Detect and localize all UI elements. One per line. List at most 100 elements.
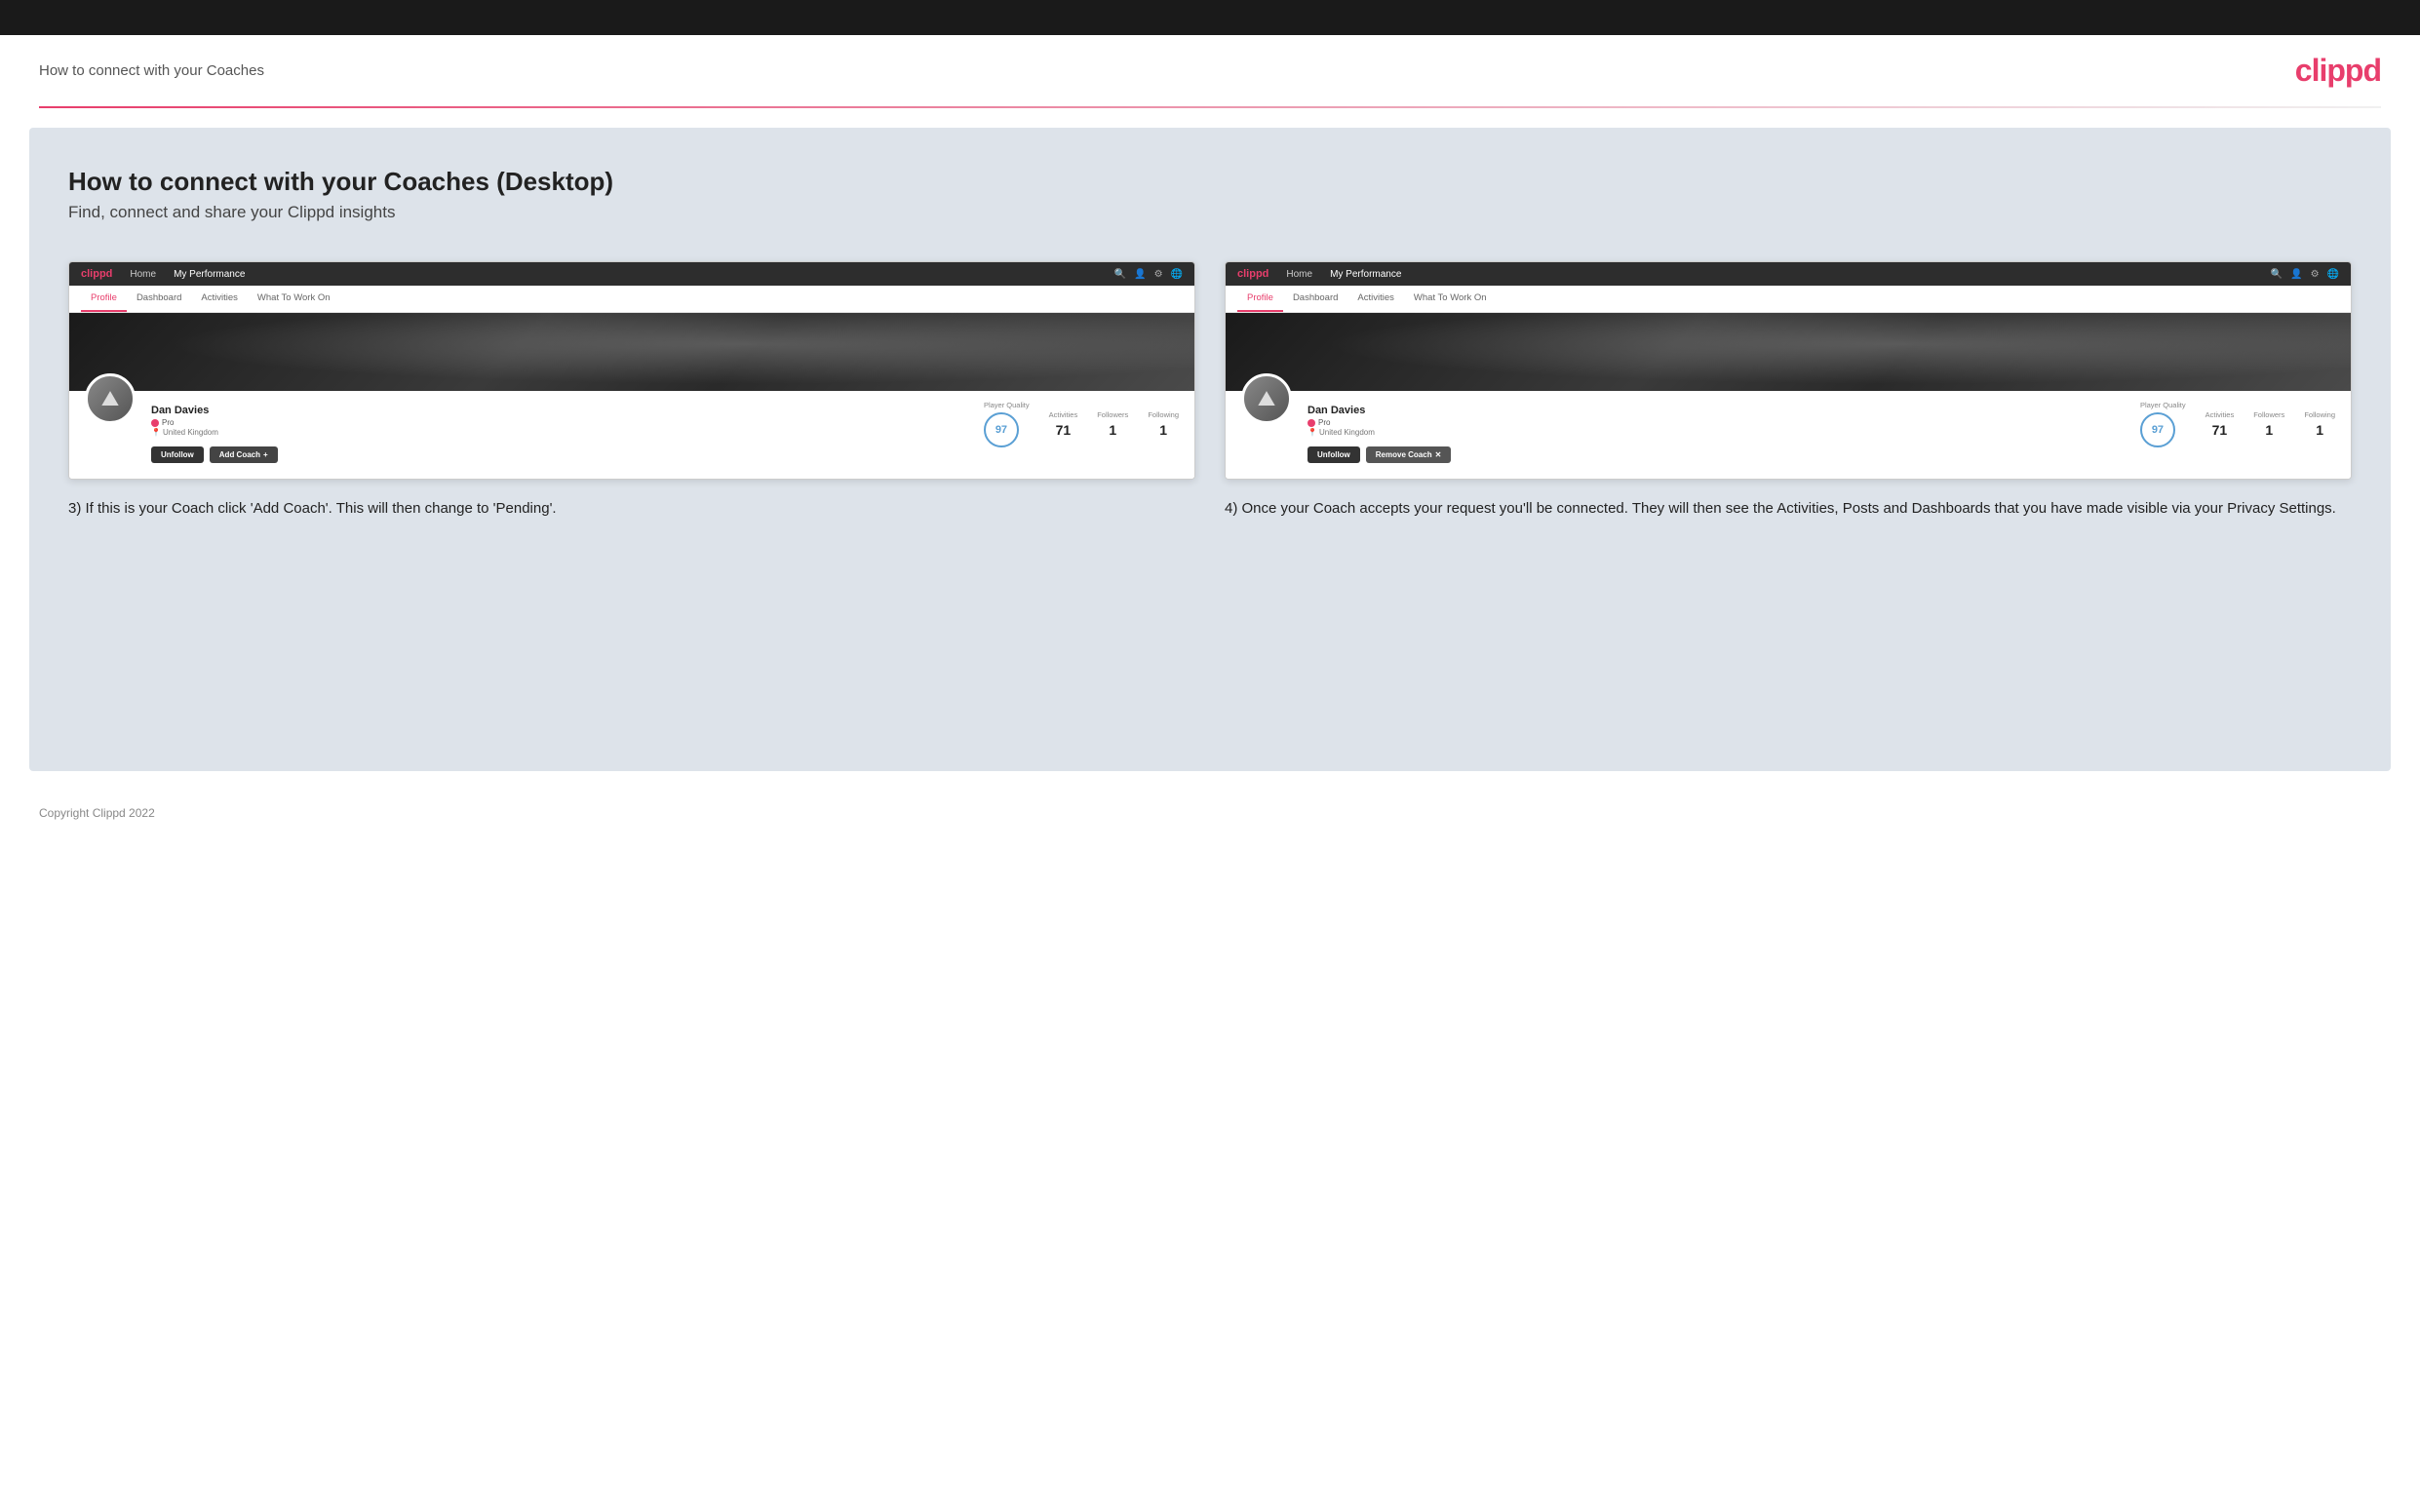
right-column: clippd Home My Performance 🔍 👤 ⚙ 🌐 Profi… <box>1225 261 2352 520</box>
top-bar <box>0 0 2420 35</box>
right-nav-performance: My Performance <box>1330 269 1401 280</box>
left-banner <box>69 313 1194 391</box>
right-unfollow-button[interactable]: Unfollow <box>1308 446 1360 463</box>
right-stat-following: Following 1 <box>2304 410 2335 438</box>
right-avatar-figure: ⛰ <box>1258 386 1275 411</box>
left-mock-nav: clippd Home My Performance 🔍 👤 ⚙ 🌐 <box>69 262 1194 286</box>
header-divider <box>39 106 2381 108</box>
left-followers-value: 1 <box>1097 422 1128 438</box>
left-caption: 3) If this is your Coach click 'Add Coac… <box>68 497 1195 520</box>
right-action-buttons: Unfollow Remove Coach ✕ <box>1308 446 2125 463</box>
right-tab-what-to-work-on[interactable]: What To Work On <box>1404 286 1497 312</box>
main-content: How to connect with your Coaches (Deskto… <box>29 128 2391 771</box>
right-quality-value: 97 <box>2152 424 2164 436</box>
right-tab-activities[interactable]: Activities <box>1347 286 1403 312</box>
left-activities-label: Activities <box>1049 410 1078 419</box>
left-user-icon: 👤 <box>1134 269 1146 280</box>
right-following-label: Following <box>2304 410 2335 419</box>
left-badge-label: Pro <box>162 418 174 427</box>
left-settings-icon: ⚙ <box>1154 269 1163 280</box>
copyright-text: Copyright Clippd 2022 <box>39 806 155 820</box>
right-badge-dot <box>1308 419 1315 427</box>
left-stat-followers: Followers 1 <box>1097 410 1128 438</box>
right-user-icon: 👤 <box>2290 269 2302 280</box>
left-tab-what-to-work-on[interactable]: What To Work On <box>248 286 340 312</box>
right-banner-overlay <box>1226 313 2351 391</box>
left-avatar-wrap: ⛰ <box>85 373 136 424</box>
right-caption: 4) Once your Coach accepts your request … <box>1225 497 2352 520</box>
right-user-location: 📍 United Kingdom <box>1308 428 2125 437</box>
right-stats: Player Quality 97 Activities 71 Follower… <box>2140 401 2335 447</box>
left-nav-home: Home <box>130 269 156 280</box>
left-globe-icon: 🌐 <box>1171 269 1183 280</box>
right-remove-coach-button[interactable]: Remove Coach ✕ <box>1366 446 1452 463</box>
right-tab-profile[interactable]: Profile <box>1237 286 1283 312</box>
right-user-name: Dan Davies <box>1308 405 2125 416</box>
right-screenshot: clippd Home My Performance 🔍 👤 ⚙ 🌐 Profi… <box>1225 261 2352 480</box>
left-plus-icon: + <box>263 450 268 459</box>
left-nav-logo: clippd <box>81 268 112 280</box>
left-nav-icons: 🔍 👤 ⚙ 🌐 <box>1114 269 1183 280</box>
left-location-icon: 📍 <box>151 428 161 437</box>
right-banner <box>1226 313 2351 391</box>
left-screenshot: clippd Home My Performance 🔍 👤 ⚙ 🌐 Profi… <box>68 261 1195 480</box>
left-search-icon: 🔍 <box>1114 269 1126 280</box>
left-followers-label: Followers <box>1097 410 1128 419</box>
right-tab-dashboard[interactable]: Dashboard <box>1283 286 1347 312</box>
left-user-name: Dan Davies <box>151 405 968 416</box>
left-following-label: Following <box>1148 410 1179 419</box>
right-followers-value: 1 <box>2253 422 2284 438</box>
right-avatar: ⛰ <box>1241 373 1292 424</box>
right-mock-nav: clippd Home My Performance 🔍 👤 ⚙ 🌐 <box>1226 262 2351 286</box>
left-banner-overlay <box>69 313 1194 391</box>
left-badge-dot <box>151 419 159 427</box>
left-avatar-figure: ⛰ <box>101 386 119 411</box>
right-stat-followers: Followers 1 <box>2253 410 2284 438</box>
left-user-badge: Pro <box>151 418 968 427</box>
right-x-icon: ✕ <box>1435 450 1442 459</box>
right-quality-circle: 97 <box>2140 412 2175 447</box>
right-followers-label: Followers <box>2253 410 2284 419</box>
right-badge-label: Pro <box>1318 418 1330 427</box>
logo: clippd <box>2295 53 2381 89</box>
left-tab-profile[interactable]: Profile <box>81 286 127 312</box>
right-stat-quality: Player Quality 97 <box>2140 401 2186 447</box>
left-quality-value: 97 <box>995 424 1007 436</box>
section-title: How to connect with your Coaches (Deskto… <box>68 167 2352 197</box>
right-following-value: 1 <box>2304 422 2335 438</box>
header: How to connect with your Coaches clippd <box>0 35 2420 106</box>
left-nav-performance: My Performance <box>174 269 245 280</box>
left-profile-section: ⛰ Dan Davies Pro 📍 United Kingdom <box>69 391 1194 479</box>
left-activities-value: 71 <box>1049 422 1078 438</box>
right-search-icon: 🔍 <box>2271 269 2283 280</box>
right-location-icon: 📍 <box>1308 428 1317 437</box>
right-user-info: Dan Davies Pro 📍 United Kingdom Unfollow <box>1308 401 2125 463</box>
left-stat-activities: Activities 71 <box>1049 410 1078 438</box>
right-nav-logo: clippd <box>1237 268 1269 280</box>
right-profile-section: ⛰ Dan Davies Pro 📍 United Kingdom <box>1226 391 2351 479</box>
right-nav-home: Home <box>1286 269 1312 280</box>
left-user-location: 📍 United Kingdom <box>151 428 968 437</box>
two-column-layout: clippd Home My Performance 🔍 👤 ⚙ 🌐 Profi… <box>68 261 2352 520</box>
left-action-buttons: Unfollow Add Coach + <box>151 446 968 463</box>
right-nav-icons: 🔍 👤 ⚙ 🌐 <box>2271 269 2339 280</box>
left-avatar: ⛰ <box>85 373 136 424</box>
left-stat-quality: Player Quality 97 <box>984 401 1030 447</box>
left-column: clippd Home My Performance 🔍 👤 ⚙ 🌐 Profi… <box>68 261 1195 520</box>
left-location-text: United Kingdom <box>163 428 218 437</box>
right-stat-activities: Activities 71 <box>2205 410 2235 438</box>
right-quality-label: Player Quality <box>2140 401 2186 409</box>
section-subtitle: Find, connect and share your Clippd insi… <box>68 203 2352 222</box>
left-user-info: Dan Davies Pro 📍 United Kingdom Unfollow <box>151 401 968 463</box>
left-tab-dashboard[interactable]: Dashboard <box>127 286 191 312</box>
left-unfollow-button[interactable]: Unfollow <box>151 446 204 463</box>
right-activities-value: 71 <box>2205 422 2235 438</box>
left-add-coach-button[interactable]: Add Coach + <box>210 446 278 463</box>
right-user-badge: Pro <box>1308 418 2125 427</box>
right-mock-tabs: Profile Dashboard Activities What To Wor… <box>1226 286 2351 313</box>
left-tab-activities[interactable]: Activities <box>191 286 247 312</box>
right-location-text: United Kingdom <box>1319 428 1375 437</box>
left-quality-label: Player Quality <box>984 401 1030 409</box>
right-globe-icon: 🌐 <box>2327 269 2339 280</box>
left-stat-following: Following 1 <box>1148 410 1179 438</box>
